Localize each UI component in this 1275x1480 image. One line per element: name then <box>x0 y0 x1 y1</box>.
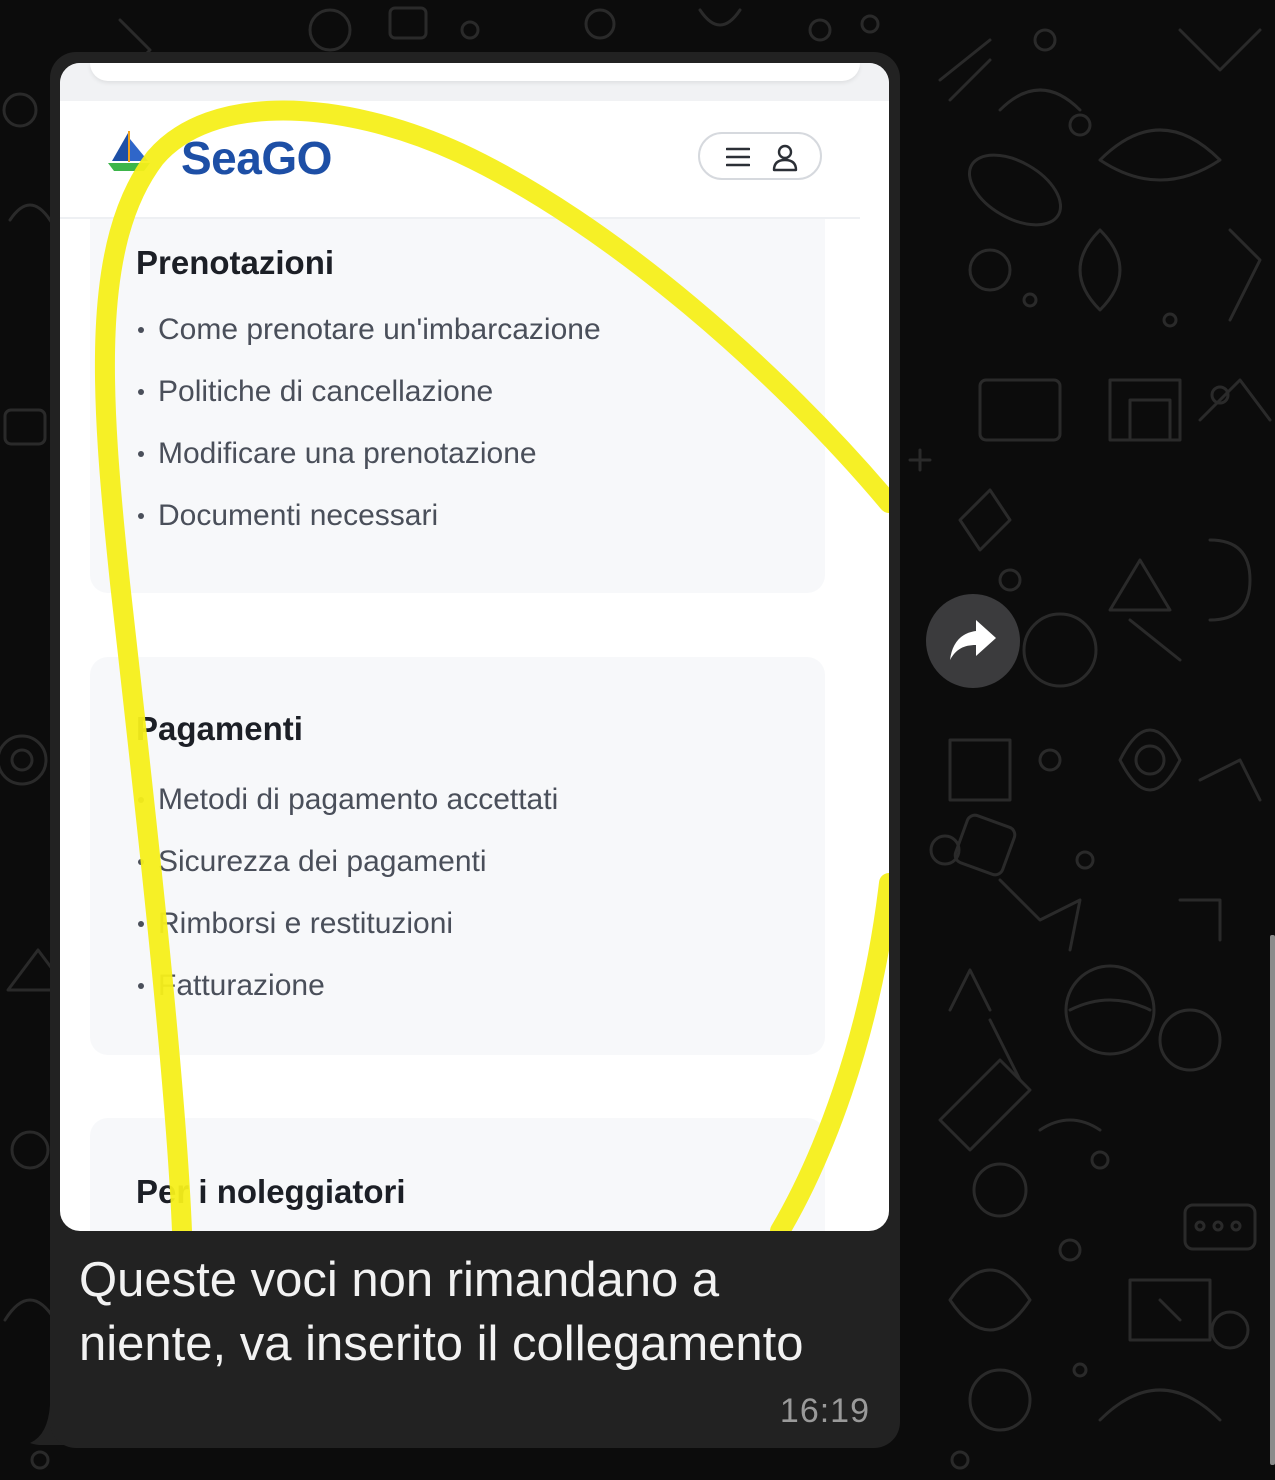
sailboat-logo-icon <box>108 131 150 171</box>
forward-arrow-icon <box>950 620 996 660</box>
site-header: SeaGO <box>60 101 860 219</box>
top-strip <box>60 63 889 101</box>
bullet <box>138 983 144 989</box>
faq-link-item[interactable]: Politiche di cancellazione <box>136 374 601 436</box>
faq-link-item[interactable]: Modificare una prenotazione <box>136 436 601 498</box>
message-text: Queste voci non rimandano a niente, va i… <box>79 1253 804 1371</box>
bullet <box>138 921 144 927</box>
bullet <box>138 389 144 395</box>
faq-section-noleggiatori: Per i noleggiatori <box>90 1118 825 1231</box>
section-title: Prenotazioni <box>136 244 335 281</box>
bullet <box>138 451 144 457</box>
section-link-list: Metodi di pagamento accettati Sicurezza … <box>136 782 558 1030</box>
brand-logo-text[interactable]: SeaGO <box>181 131 332 185</box>
bullet <box>138 797 144 803</box>
menu-account-button[interactable] <box>698 132 822 180</box>
faq-section-prenotazioni: Prenotazioni Come prenotare un'imbarcazi… <box>90 219 825 593</box>
section-link-list: Come prenotare un'imbarcazione Politiche… <box>136 312 601 560</box>
faq-link-item[interactable]: Rimborsi e restituzioni <box>136 906 558 968</box>
bullet <box>138 327 144 333</box>
screenshot-image[interactable]: SeaGO Prenotazioni Come prenotare un'imb… <box>60 63 889 1231</box>
faq-section-pagamenti: Pagamenti Metodi di pagamento accettati … <box>90 657 825 1055</box>
hamburger-menu-icon <box>726 147 750 167</box>
user-icon <box>772 144 798 172</box>
faq-link-item[interactable]: Sicurezza dei pagamenti <box>136 844 558 906</box>
faq-link-item[interactable]: Fatturazione <box>136 968 558 1030</box>
faq-link-item[interactable]: Come prenotare un'imbarcazione <box>136 312 601 374</box>
section-title: Per i noleggiatori <box>136 1173 406 1210</box>
forward-button[interactable] <box>926 594 1020 688</box>
message-timestamp: 16:19 <box>779 1392 870 1430</box>
bullet <box>138 513 144 519</box>
faq-link-item[interactable]: Metodi di pagamento accettati <box>136 782 558 844</box>
faq-link-item[interactable]: Documenti necessari <box>136 498 601 560</box>
scrollbar[interactable] <box>1270 935 1275 1465</box>
section-title: Pagamenti <box>136 710 303 747</box>
message-bubble[interactable]: SeaGO Prenotazioni Come prenotare un'imb… <box>50 52 900 1448</box>
bullet <box>138 859 144 865</box>
